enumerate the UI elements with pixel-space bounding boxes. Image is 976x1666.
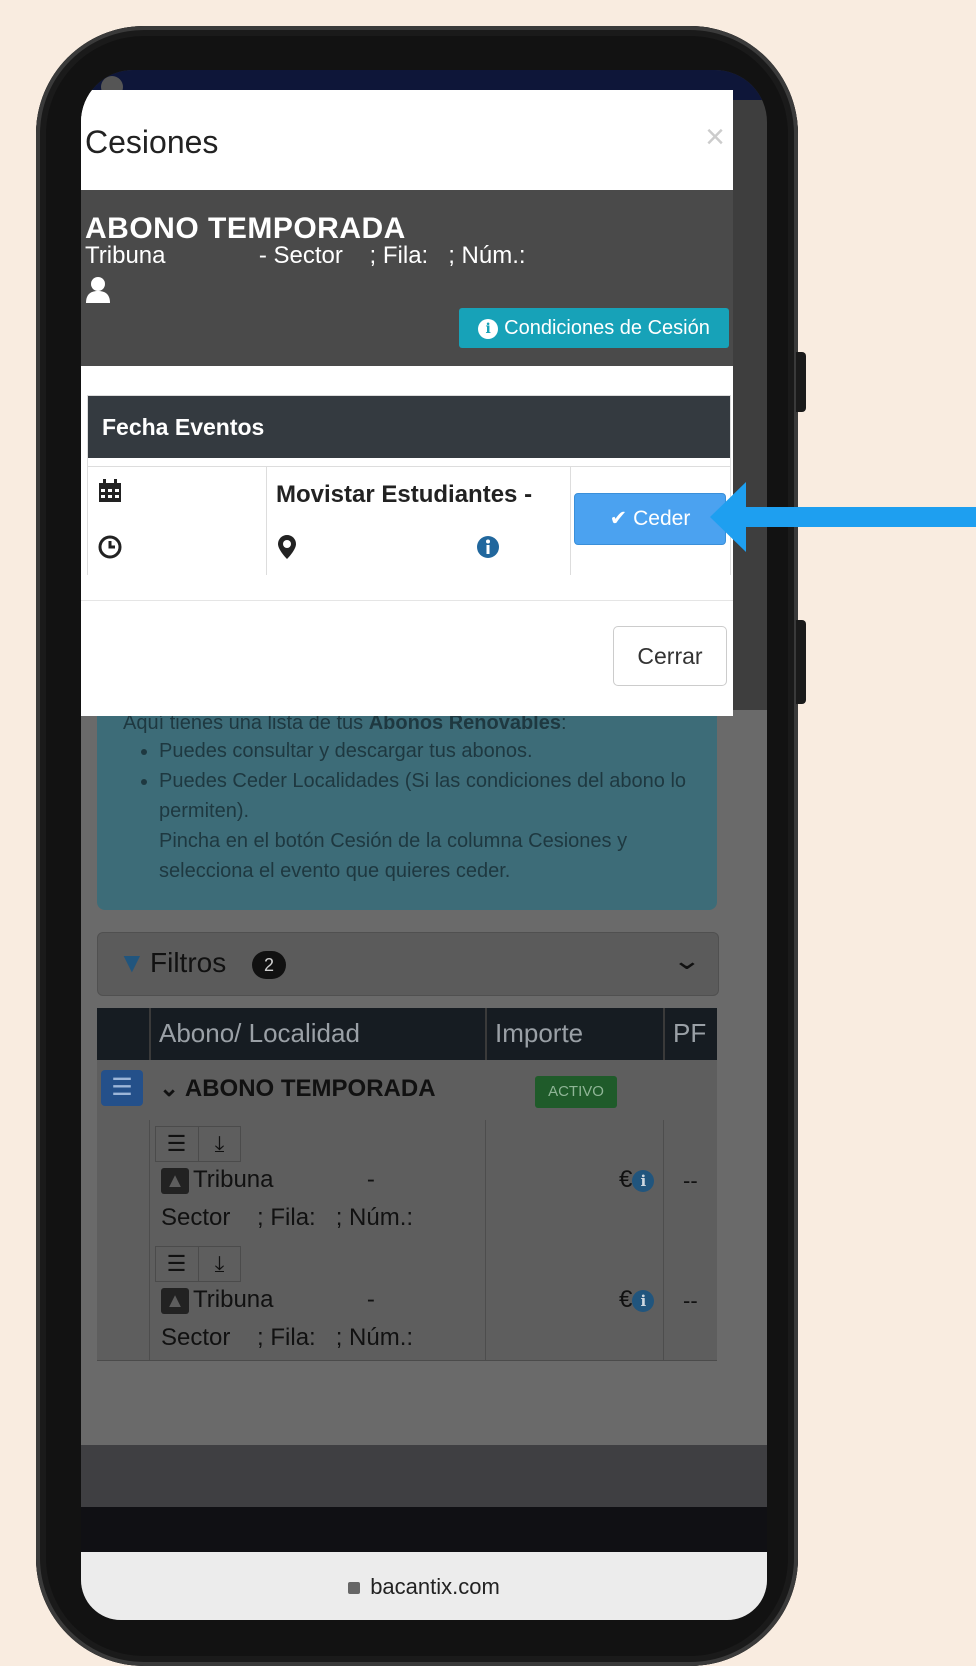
annotation-arrow-icon — [710, 482, 976, 552]
info-alert: Aquí tienes una lista de tus Abonos Reno… — [97, 710, 717, 910]
calendar-icon — [99, 479, 121, 502]
table-header: Abono/ Localidad Importe PF — [97, 1008, 717, 1060]
event-date-cell — [88, 467, 267, 575]
table-group-row: ☰ ⌄ ABONO TEMPORADA ACTIVO — [97, 1060, 717, 1121]
column-divider — [485, 1240, 486, 1360]
event-name: Movistar Estudiantes - — [276, 481, 533, 508]
seat-line-2: Sector ; Fila: ; Núm.: — [161, 1324, 414, 1351]
filter-icon: ▼ — [118, 947, 146, 978]
column-divider — [485, 1120, 486, 1240]
filters-label: Filtros — [150, 947, 227, 978]
column-header-pf: PF — [673, 1018, 707, 1048]
page-footer — [81, 1445, 767, 1507]
user-icon — [86, 277, 110, 303]
events-header: Fecha Eventos — [88, 396, 730, 458]
importe-cell: € i — [619, 1166, 655, 1194]
info-icon[interactable] — [476, 535, 500, 559]
group-title[interactable]: ⌄ ABONO TEMPORADA — [159, 1074, 436, 1103]
column-header-abono: Abono/ Localidad — [159, 1018, 360, 1048]
info-bullet: Puedes Ceder Localidades (Si las condici… — [159, 766, 699, 886]
pf-cell: -- — [683, 1168, 698, 1193]
column-divider — [149, 1120, 150, 1240]
modal-title: Cesiones — [85, 124, 219, 160]
modal-header: Cesiones × — [81, 90, 733, 190]
phone-side-button — [796, 620, 806, 704]
cesiones-modal: Cesiones × ABONO TEMPORADA Tribuna - Sec… — [81, 90, 733, 716]
seat-line-1: ▲ Tribuna - — [161, 1166, 375, 1194]
user-icon: ▲ — [161, 1167, 189, 1194]
column-divider — [149, 1240, 150, 1360]
phone-side-button — [796, 352, 806, 412]
seat-info: Tribuna - Sector ; Fila: ; Núm.: — [85, 242, 526, 269]
abono-summary: ABONO TEMPORADA Tribuna - Sector ; Fila:… — [81, 190, 733, 366]
url-text: bacantix.com — [370, 1574, 500, 1599]
pf-cell: -- — [683, 1288, 698, 1313]
conditions-button[interactable]: i Condiciones de Cesión — [459, 308, 729, 348]
row-menu-button[interactable]: ☰ — [101, 1070, 143, 1106]
column-divider — [663, 1120, 664, 1240]
info-icon[interactable]: i — [632, 1289, 655, 1312]
list-icon[interactable]: ☰ — [156, 1247, 197, 1281]
info-list: Puedes consultar y descargar tus abonos.… — [107, 736, 699, 886]
check-icon: ✔ — [609, 507, 628, 530]
event-info-cell: Movistar Estudiantes - — [266, 467, 571, 575]
clock-icon — [98, 535, 122, 559]
filters-panel[interactable]: ▼ Filtros 2 ⌄ — [97, 932, 719, 996]
page-footer-dark — [81, 1507, 767, 1552]
column-header-importe: Importe — [495, 1018, 584, 1048]
table-row: ☰ ⤓ ▲ Tribuna - Sector ; Fila: ; Núm.: € i… — [97, 1240, 717, 1361]
row-tools: ☰ ⤓ — [155, 1126, 241, 1162]
importe-cell: € i — [619, 1286, 655, 1314]
phone-screen: Aquí tienes una lista de tus Abonos Reno… — [81, 70, 767, 1620]
column-divider — [663, 1240, 664, 1360]
column-divider — [149, 1008, 151, 1060]
filters-count-badge: 2 — [252, 951, 286, 979]
abono-title: ABONO TEMPORADA — [85, 212, 406, 245]
event-action-cell: ✔ Ceder — [570, 467, 730, 575]
user-icon: ▲ — [161, 1287, 189, 1314]
seat-line-2: Sector ; Fila: ; Núm.: — [161, 1204, 414, 1231]
status-badge: ACTIVO — [535, 1076, 617, 1108]
modal-footer-divider — [81, 600, 733, 601]
chevron-down-icon[interactable]: ⌄ — [672, 945, 703, 976]
info-bullet: Puedes consultar y descargar tus abonos. — [159, 736, 699, 766]
info-icon: i — [478, 319, 499, 339]
event-row: Movistar Estudiantes - ✔ Ceder — [88, 466, 730, 575]
seat-line-1: ▲ Tribuna - — [161, 1286, 375, 1314]
events-panel: Fecha Eventos Movistar Estudiantes - ✔ C… — [87, 395, 731, 575]
info-continuation: Pincha en el botón Cesión de la columna … — [159, 830, 628, 882]
list-icon[interactable]: ☰ — [156, 1127, 197, 1161]
location-pin-icon — [278, 535, 296, 559]
column-divider — [663, 1008, 665, 1060]
cerrar-button[interactable]: Cerrar — [613, 626, 727, 686]
info-icon[interactable]: i — [632, 1169, 655, 1192]
close-icon[interactable]: × — [705, 118, 725, 157]
table-row: ☰ ⤓ ▲ Tribuna - Sector ; Fila: ; Núm.: € i… — [97, 1120, 717, 1241]
background-page: Aquí tienes una lista de tus Abonos Reno… — [81, 710, 767, 1510]
browser-url-bar[interactable]: bacantix.com — [81, 1552, 767, 1620]
lock-icon — [348, 1582, 361, 1595]
download-icon[interactable]: ⤓ — [198, 1247, 240, 1281]
download-icon[interactable]: ⤓ — [198, 1127, 240, 1161]
column-divider — [485, 1008, 487, 1060]
ceder-button[interactable]: ✔ Ceder — [574, 493, 726, 545]
row-tools: ☰ ⤓ — [155, 1246, 241, 1282]
